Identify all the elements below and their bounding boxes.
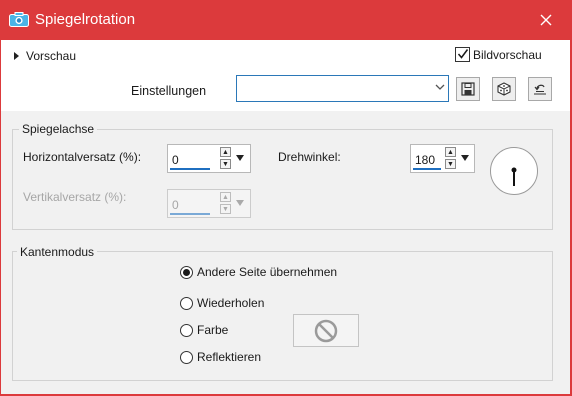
radio-andere-seite-label: Andere Seite übernehmen [197, 265, 338, 279]
reset-icon [534, 84, 546, 95]
rotation-angle-label: Drehwinkel: [278, 150, 341, 164]
radio-reflektieren[interactable]: Reflektieren [180, 350, 261, 364]
chevron-down-icon [435, 84, 445, 90]
dropdown-arrow-icon[interactable] [236, 155, 244, 161]
checkmark-icon [457, 49, 469, 59]
radio-button[interactable] [180, 323, 193, 337]
save-icon [461, 82, 475, 96]
no-color-icon [314, 319, 338, 342]
random-dice-icon [497, 82, 511, 96]
horizontal-offset-value: 0 [172, 153, 179, 167]
focus-underline [170, 213, 210, 215]
color-swatch-button [293, 314, 359, 347]
randomize-button[interactable] [492, 77, 516, 101]
decrement-button: ▼ [220, 204, 231, 214]
rotation-angle-value: 180 [415, 153, 436, 167]
camera-icon [9, 12, 29, 27]
close-icon [540, 14, 552, 26]
radio-wiederholen[interactable]: Wiederholen [180, 296, 264, 310]
settings-dropdown[interactable] [236, 75, 449, 102]
radio-andere-seite[interactable]: Andere Seite übernehmen [180, 265, 337, 279]
bildvorschau-checkbox[interactable] [455, 47, 470, 62]
mirror-axis-title: Spiegelachse [19, 122, 98, 136]
radio-reflektieren-label: Reflektieren [197, 350, 262, 364]
radio-button[interactable] [180, 296, 193, 310]
radio-wiederholen-label: Wiederholen [197, 296, 265, 310]
close-button[interactable] [528, 6, 564, 34]
horizontal-offset-stepper[interactable]: 0 ▲ ▼ [167, 144, 251, 173]
vertical-offset-value: 0 [172, 198, 179, 212]
increment-button: ▲ [220, 192, 231, 202]
preview-toggle-label: Vorschau [26, 49, 77, 63]
reset-button[interactable] [528, 77, 552, 101]
increment-button[interactable]: ▲ [445, 147, 456, 157]
radio-button[interactable] [180, 350, 193, 364]
dial-needle-icon [511, 167, 517, 186]
rotation-dial[interactable] [490, 147, 538, 195]
dropdown-arrow-icon[interactable] [461, 155, 469, 161]
vertical-offset-stepper: 0 ▲ ▼ [167, 189, 251, 218]
increment-button[interactable]: ▲ [220, 147, 231, 157]
edge-mode-title: Kantenmodus [17, 245, 98, 259]
horizontal-offset-label: Horizontalversatz (%): [23, 150, 142, 164]
expand-arrow-icon [14, 52, 19, 60]
bildvorschau-label: Bildvorschau [473, 48, 542, 62]
radio-farbe[interactable]: Farbe [180, 323, 228, 337]
decrement-button[interactable]: ▼ [220, 159, 231, 169]
focus-underline [413, 168, 441, 170]
save-preset-button[interactable] [456, 77, 480, 101]
preview-toggle[interactable]: Vorschau [14, 49, 76, 63]
window-title: Spiegelrotation [35, 11, 136, 28]
decrement-button[interactable]: ▼ [445, 159, 456, 169]
radio-farbe-label: Farbe [197, 323, 229, 337]
dropdown-arrow-icon [236, 200, 244, 206]
focus-underline [170, 168, 210, 170]
rotation-angle-stepper[interactable]: 180 ▲ ▼ [410, 144, 475, 173]
vertical-offset-label: Vertikalversatz (%): [23, 190, 127, 204]
radio-button-selected[interactable] [180, 265, 193, 279]
settings-label: Einstellungen [131, 84, 207, 98]
